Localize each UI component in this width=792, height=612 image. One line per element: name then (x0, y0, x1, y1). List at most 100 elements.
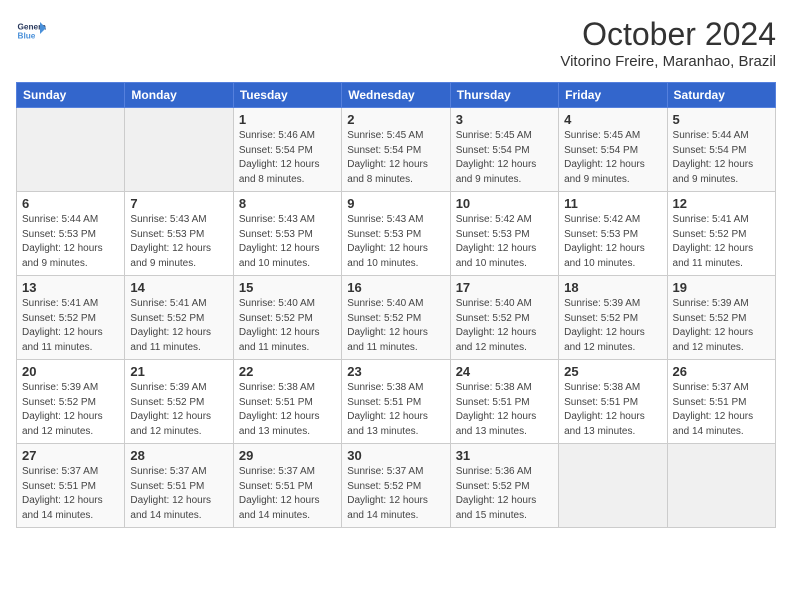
day-number: 30 (347, 448, 444, 463)
day-info: Sunrise: 5:39 AMSunset: 5:52 PMDaylight:… (22, 381, 119, 439)
svg-text:Blue: Blue (18, 32, 36, 41)
day-info: Sunrise: 5:42 AMSunset: 5:53 PMDaylight:… (564, 213, 661, 271)
day-info: Sunrise: 5:39 AMSunset: 5:52 PMDaylight:… (673, 297, 770, 355)
logo-icon: General Blue (16, 16, 46, 46)
month-title: October 2024 (560, 16, 776, 53)
day-header-wednesday: Wednesday (342, 83, 450, 108)
calendar-cell: 22 Sunrise: 5:38 AMSunset: 5:51 PMDayligh… (233, 360, 341, 444)
day-info: Sunrise: 5:45 AMSunset: 5:54 PMDaylight:… (456, 129, 553, 187)
day-number: 4 (564, 112, 661, 127)
day-info: Sunrise: 5:44 AMSunset: 5:54 PMDaylight:… (673, 129, 770, 187)
day-header-saturday: Saturday (667, 83, 775, 108)
day-number: 12 (673, 196, 770, 211)
day-number: 14 (130, 280, 227, 295)
day-number: 29 (239, 448, 336, 463)
day-info: Sunrise: 5:37 AMSunset: 5:52 PMDaylight:… (347, 465, 444, 523)
day-info: Sunrise: 5:41 AMSunset: 5:52 PMDaylight:… (673, 213, 770, 271)
calendar-cell (125, 108, 233, 192)
day-number: 16 (347, 280, 444, 295)
calendar-cell: 16 Sunrise: 5:40 AMSunset: 5:52 PMDayligh… (342, 276, 450, 360)
day-info: Sunrise: 5:38 AMSunset: 5:51 PMDaylight:… (564, 381, 661, 439)
calendar-cell: 5 Sunrise: 5:44 AMSunset: 5:54 PMDaylight… (667, 108, 775, 192)
day-number: 7 (130, 196, 227, 211)
day-info: Sunrise: 5:45 AMSunset: 5:54 PMDaylight:… (564, 129, 661, 187)
day-info: Sunrise: 5:38 AMSunset: 5:51 PMDaylight:… (456, 381, 553, 439)
day-number: 1 (239, 112, 336, 127)
calendar-cell: 12 Sunrise: 5:41 AMSunset: 5:52 PMDayligh… (667, 192, 775, 276)
week-row-3: 13 Sunrise: 5:41 AMSunset: 5:52 PMDayligh… (17, 276, 776, 360)
day-number: 15 (239, 280, 336, 295)
day-number: 27 (22, 448, 119, 463)
day-info: Sunrise: 5:37 AMSunset: 5:51 PMDaylight:… (673, 381, 770, 439)
day-number: 9 (347, 196, 444, 211)
calendar-cell: 2Sunrise: 5:45 AMSunset: 5:54 PMDaylight… (342, 108, 450, 192)
calendar-cell: 15 Sunrise: 5:40 AMSunset: 5:52 PMDayligh… (233, 276, 341, 360)
calendar-cell: 10 Sunrise: 5:42 AMSunset: 5:53 PMDayligh… (450, 192, 558, 276)
page-header: General Blue October 2024 Vitorino Freir… (16, 16, 776, 70)
day-number: 22 (239, 364, 336, 379)
day-info: Sunrise: 5:40 AMSunset: 5:52 PMDaylight:… (456, 297, 553, 355)
calendar-cell: 8Sunrise: 5:43 AMSunset: 5:53 PMDaylight… (233, 192, 341, 276)
day-number: 13 (22, 280, 119, 295)
calendar-cell: 23 Sunrise: 5:38 AMSunset: 5:51 PMDayligh… (342, 360, 450, 444)
calendar-cell: 19 Sunrise: 5:39 AMSunset: 5:52 PMDayligh… (667, 276, 775, 360)
day-info: Sunrise: 5:37 AMSunset: 5:51 PMDaylight:… (239, 465, 336, 523)
day-header-tuesday: Tuesday (233, 83, 341, 108)
calendar-cell: 29 Sunrise: 5:37 AMSunset: 5:51 PMDayligh… (233, 444, 341, 528)
day-number: 5 (673, 112, 770, 127)
day-info: Sunrise: 5:43 AMSunset: 5:53 PMDaylight:… (347, 213, 444, 271)
calendar-cell: 4 Sunrise: 5:45 AMSunset: 5:54 PMDaylight… (559, 108, 667, 192)
calendar-cell: 30 Sunrise: 5:37 AMSunset: 5:52 PMDayligh… (342, 444, 450, 528)
day-info: Sunrise: 5:41 AMSunset: 5:52 PMDaylight:… (22, 297, 119, 355)
day-number: 23 (347, 364, 444, 379)
day-number: 17 (456, 280, 553, 295)
calendar-cell (17, 108, 125, 192)
calendar-cell: 11Sunrise: 5:42 AMSunset: 5:53 PMDayligh… (559, 192, 667, 276)
calendar-cell: 28 Sunrise: 5:37 AMSunset: 5:51 PMDayligh… (125, 444, 233, 528)
day-number: 3 (456, 112, 553, 127)
calendar-cell: 18 Sunrise: 5:39 AMSunset: 5:52 PMDayligh… (559, 276, 667, 360)
day-number: 21 (130, 364, 227, 379)
day-info: Sunrise: 5:39 AMSunset: 5:52 PMDaylight:… (130, 381, 227, 439)
calendar-cell: 6Sunrise: 5:44 AMSunset: 5:53 PMDaylight… (17, 192, 125, 276)
calendar-cell: 21 Sunrise: 5:39 AMSunset: 5:52 PMDayligh… (125, 360, 233, 444)
week-row-2: 6Sunrise: 5:44 AMSunset: 5:53 PMDaylight… (17, 192, 776, 276)
day-info: Sunrise: 5:45 AMSunset: 5:54 PMDaylight:… (347, 129, 444, 187)
day-info: Sunrise: 5:40 AMSunset: 5:52 PMDaylight:… (239, 297, 336, 355)
calendar-header: SundayMondayTuesdayWednesdayThursdayFrid… (17, 83, 776, 108)
header-row: SundayMondayTuesdayWednesdayThursdayFrid… (17, 83, 776, 108)
day-info: Sunrise: 5:39 AMSunset: 5:52 PMDaylight:… (564, 297, 661, 355)
day-info: Sunrise: 5:40 AMSunset: 5:52 PMDaylight:… (347, 297, 444, 355)
day-number: 25 (564, 364, 661, 379)
calendar-cell: 27Sunrise: 5:37 AMSunset: 5:51 PMDayligh… (17, 444, 125, 528)
calendar-cell (667, 444, 775, 528)
day-header-sunday: Sunday (17, 83, 125, 108)
title-block: October 2024 Vitorino Freire, Maranhao, … (560, 16, 776, 70)
calendar-cell: 13 Sunrise: 5:41 AMSunset: 5:52 PMDayligh… (17, 276, 125, 360)
day-info: Sunrise: 5:38 AMSunset: 5:51 PMDaylight:… (239, 381, 336, 439)
day-number: 19 (673, 280, 770, 295)
day-info: Sunrise: 5:44 AMSunset: 5:53 PMDaylight:… (22, 213, 119, 271)
day-header-monday: Monday (125, 83, 233, 108)
day-info: Sunrise: 5:42 AMSunset: 5:53 PMDaylight:… (456, 213, 553, 271)
calendar-cell: 14Sunrise: 5:41 AMSunset: 5:52 PMDayligh… (125, 276, 233, 360)
week-row-5: 27 Sunrise: 5:37 AMSunset: 5:51 PMDayligh… (17, 444, 776, 528)
day-info: Sunrise: 5:36 AMSunset: 5:52 PMDaylight:… (456, 465, 553, 523)
day-number: 26 (673, 364, 770, 379)
day-info: Sunrise: 5:38 AMSunset: 5:51 PMDaylight:… (347, 381, 444, 439)
calendar-body: 1Sunrise: 5:46 AMSunset: 5:54 PMDaylight… (17, 108, 776, 528)
week-row-4: 20Sunrise: 5:39 AMSunset: 5:52 PMDayligh… (17, 360, 776, 444)
calendar-cell: 17 Sunrise: 5:40 AMSunset: 5:52 PMDayligh… (450, 276, 558, 360)
calendar-cell: 24Sunrise: 5:38 AMSunset: 5:51 PMDayligh… (450, 360, 558, 444)
calendar-cell: 26 Sunrise: 5:37 AMSunset: 5:51 PMDayligh… (667, 360, 775, 444)
calendar-table: SundayMondayTuesdayWednesdayThursdayFrid… (16, 82, 776, 528)
calendar-cell: 20Sunrise: 5:39 AMSunset: 5:52 PMDayligh… (17, 360, 125, 444)
day-number: 28 (130, 448, 227, 463)
day-number: 31 (456, 448, 553, 463)
week-row-1: 1Sunrise: 5:46 AMSunset: 5:54 PMDaylight… (17, 108, 776, 192)
day-info: Sunrise: 5:37 AMSunset: 5:51 PMDaylight:… (130, 465, 227, 523)
day-number: 10 (456, 196, 553, 211)
day-number: 8 (239, 196, 336, 211)
calendar-cell: 3 Sunrise: 5:45 AMSunset: 5:54 PMDaylight… (450, 108, 558, 192)
day-number: 18 (564, 280, 661, 295)
